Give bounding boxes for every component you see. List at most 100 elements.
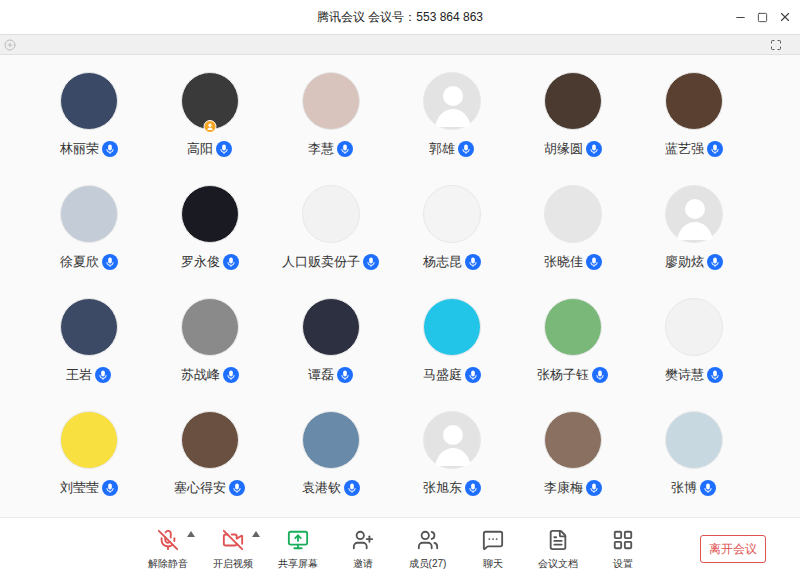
toolbar-button[interactable]: 邀请 (330, 527, 395, 571)
participant-name: 蓝艺强 (665, 140, 704, 158)
toolbar-label: 设置 (613, 557, 633, 571)
mic-icon (707, 141, 723, 157)
participant-name-row: 谭磊 (308, 366, 353, 384)
dropdown-arrow-icon[interactable] (187, 531, 195, 537)
toolbar-button[interactable]: 设置 (590, 527, 655, 571)
avatar (302, 411, 360, 469)
close-icon[interactable] (778, 10, 792, 24)
leave-meeting-button[interactable]: 离开会议 (700, 535, 766, 563)
participant-name-row: 罗永俊 (181, 253, 239, 271)
avatar (423, 185, 481, 243)
default-person-icon (666, 186, 724, 244)
mic-icon (102, 480, 118, 496)
participant-tile[interactable]: 马盛庭 (391, 298, 512, 411)
add-icon[interactable] (4, 39, 16, 51)
participant-tile[interactable]: 胡缘圆 (512, 72, 633, 185)
participant-name-row: 张博 (671, 479, 716, 497)
avatar (665, 298, 723, 356)
toolbar-button[interactable]: 开启视频 (200, 527, 265, 571)
title-bar: 腾讯会议 会议号：553 864 863 (0, 0, 800, 34)
toolbar-button[interactable]: 成员(27) (395, 527, 460, 571)
participant-name: 谭磊 (308, 366, 334, 384)
participant-tile[interactable]: 杨志昆 (391, 185, 512, 298)
toolbar-label: 成员(27) (409, 557, 447, 571)
participant-tile[interactable]: 谭磊 (270, 298, 391, 411)
toolbar-button[interactable]: 会议文档 (525, 527, 590, 571)
participant-tile[interactable]: 林丽荣 (28, 72, 149, 185)
participant-name: 张旭东 (423, 479, 462, 497)
avatar (60, 72, 118, 130)
mic-icon (465, 367, 481, 383)
avatar (60, 298, 118, 356)
fullscreen-icon[interactable] (770, 39, 782, 51)
toolbar-button[interactable]: 解除静音 (135, 527, 200, 571)
participant-tile[interactable]: 人口贩卖份子 (270, 185, 391, 298)
mic-icon (592, 367, 608, 383)
participant-tile[interactable]: 蓝艺强 (633, 72, 754, 185)
avatar (665, 411, 723, 469)
participant-name: 樊诗慧 (665, 366, 704, 384)
participant-name: 罗永俊 (181, 253, 220, 271)
participant-name: 李慧 (308, 140, 334, 158)
maximize-icon[interactable] (757, 12, 768, 23)
participant-tile[interactable]: 李康梅 (512, 411, 633, 524)
avatar (181, 411, 239, 469)
participant-tile[interactable]: 廖勋炫 (633, 185, 754, 298)
participant-name-row: 塞心得安 (174, 479, 245, 497)
participant-tile[interactable]: 王岩 (28, 298, 149, 411)
participant-name-row: 蓝艺强 (665, 140, 723, 158)
participant-tile[interactable]: 郭雄 (391, 72, 512, 185)
video-off-icon (222, 529, 244, 551)
participant-name: 刘莹莹 (60, 479, 99, 497)
default-person-icon (424, 412, 482, 470)
mic-icon (700, 480, 716, 496)
participant-tile[interactable]: 张旭东 (391, 411, 512, 524)
mic-icon (363, 254, 379, 270)
participant-name: 高阳 (187, 140, 213, 158)
settings-icon (612, 529, 634, 551)
participant-tile[interactable]: 刘莹莹 (28, 411, 149, 524)
minimize-icon[interactable] (734, 11, 747, 24)
host-badge-icon (203, 120, 216, 133)
participant-tile[interactable]: 李慧 (270, 72, 391, 185)
mic-off-icon (157, 529, 179, 551)
participant-tile[interactable]: 罗永俊 (149, 185, 270, 298)
mic-icon (707, 254, 723, 270)
window-title: 腾讯会议 会议号：553 864 863 (317, 8, 483, 26)
participant-name: 马盛庭 (423, 366, 462, 384)
avatar (544, 185, 602, 243)
mic-icon (223, 254, 239, 270)
avatar (60, 185, 118, 243)
share-screen-icon (287, 529, 309, 551)
avatar (302, 72, 360, 130)
participant-name-row: 郭雄 (429, 140, 474, 158)
bottom-toolbar: 解除静音开启视频共享屏幕邀请成员(27) 聊天 会议文档设置 离开会议 (0, 517, 800, 579)
avatar (665, 72, 723, 130)
toolbar-label: 聊天 (483, 557, 503, 571)
participant-tile[interactable]: 张博 (633, 411, 754, 524)
participant-name: 苏战峰 (181, 366, 220, 384)
participant-name-row: 杨志昆 (423, 253, 481, 271)
participant-name: 人口贩卖份子 (282, 253, 360, 271)
toolbar-button[interactable]: 共享屏幕 (265, 527, 330, 571)
mic-icon (216, 141, 232, 157)
mic-icon (586, 141, 602, 157)
participant-tile[interactable]: 苏战峰 (149, 298, 270, 411)
mic-icon (337, 367, 353, 383)
participant-tile[interactable]: 樊诗慧 (633, 298, 754, 411)
meeting-window: 腾讯会议 会议号：553 864 863 林丽荣 高阳 李慧 郭雄 胡缘圆蓝艺强徐夏欣罗永… (0, 0, 800, 579)
participant-name-row: 袁港钦 (302, 479, 360, 497)
mic-icon (586, 480, 602, 496)
dropdown-arrow-icon[interactable] (252, 531, 260, 537)
avatar (423, 72, 481, 130)
participant-tile[interactable]: 高阳 (149, 72, 270, 185)
avatar (544, 72, 602, 130)
participant-tile[interactable]: 徐夏欣 (28, 185, 149, 298)
participant-tile[interactable]: 张晓佳 (512, 185, 633, 298)
toolbar-button[interactable]: 聊天 (460, 527, 525, 571)
participant-tile[interactable]: 张杨子钰 (512, 298, 633, 411)
participant-name-row: 人口贩卖份子 (282, 253, 379, 271)
participant-name: 林丽荣 (60, 140, 99, 158)
participant-tile[interactable]: 塞心得安 (149, 411, 270, 524)
participant-tile[interactable]: 袁港钦 (270, 411, 391, 524)
